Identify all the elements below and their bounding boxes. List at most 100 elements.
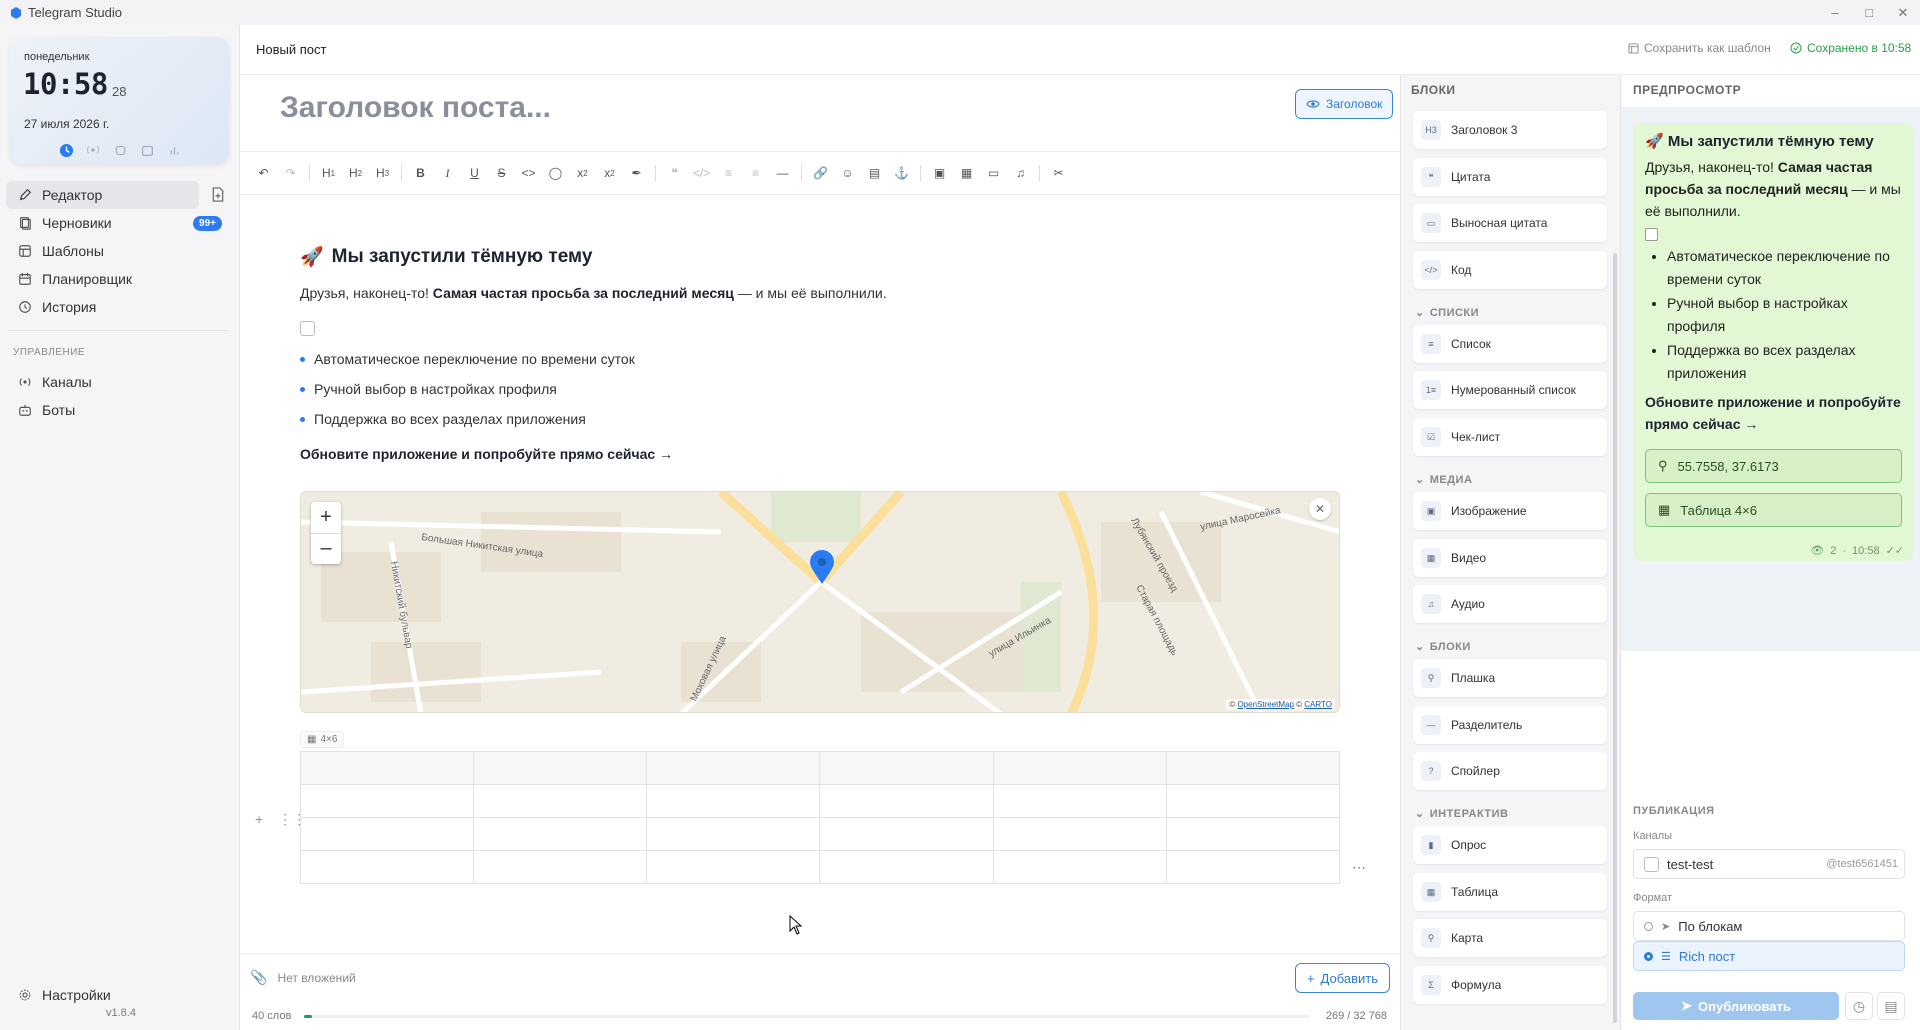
channel-option[interactable]: test-test @test6561451	[1633, 849, 1905, 879]
code-block-icon[interactable]: </>	[688, 159, 715, 187]
blockquote-icon[interactable]: ❝	[661, 159, 688, 187]
table-cell[interactable]	[299, 850, 475, 884]
block-map[interactable]: ⚲ Карта	[1413, 919, 1607, 957]
block-callout[interactable]: ⚲ Плашка	[1413, 659, 1607, 697]
table-cell[interactable]	[646, 850, 821, 884]
sidebar-item-drafts[interactable]: Черновики 99+	[6, 209, 222, 237]
group-interactive-toggle[interactable]: ⌄ ИНТЕРАКТИВ	[1415, 807, 1509, 821]
link-icon[interactable]: 🔗	[807, 159, 834, 187]
block-formula[interactable]: Σ Формула	[1413, 966, 1607, 1004]
spoiler-icon[interactable]: ◯	[542, 159, 569, 187]
horizontal-rule-icon[interactable]: —	[769, 159, 796, 187]
checklist-checkbox[interactable]	[300, 321, 315, 336]
block-quote[interactable]: ❝ Цитата	[1413, 158, 1607, 196]
world-clock-icon[interactable]	[85, 142, 101, 158]
table-cell[interactable]	[473, 817, 648, 851]
block-pullquote[interactable]: ▭ Выносная цитата	[1413, 204, 1607, 242]
clear-format-icon[interactable]: ✒	[623, 159, 650, 187]
stopwatch-icon[interactable]	[112, 142, 128, 158]
emoji-icon[interactable]: ☺	[834, 159, 861, 187]
numbered-list-icon[interactable]: ≡	[742, 159, 769, 187]
block-numbered-list[interactable]: 1≡ Нумерованный список	[1413, 371, 1607, 409]
table-cell[interactable]	[992, 784, 1167, 818]
group-lists-toggle[interactable]: ⌄ СПИСКИ	[1415, 306, 1479, 320]
table-cell[interactable]	[473, 850, 648, 884]
sidebar-item-channels[interactable]: Каналы	[6, 368, 199, 396]
block-table[interactable]: ▦ Таблица	[1413, 873, 1607, 911]
table-cell[interactable]	[819, 751, 994, 785]
table-cell[interactable]	[646, 817, 821, 851]
table-cell[interactable]	[1165, 751, 1341, 785]
table-cell[interactable]	[1165, 784, 1341, 818]
sidebar-item-scheduler[interactable]: Планировщик	[6, 265, 199, 293]
redo-icon[interactable]: ↷	[277, 159, 304, 187]
table-cell[interactable]	[992, 850, 1167, 884]
stats-icon[interactable]	[166, 142, 182, 158]
table-cell[interactable]	[299, 817, 475, 851]
channel-checkbox[interactable]	[1644, 856, 1659, 872]
map-tiles[interactable]: Большая Никитская улица Никитский бульва…	[301, 492, 1340, 713]
bold-icon[interactable]: B	[407, 159, 434, 187]
table-cell[interactable]	[473, 784, 648, 818]
header-toggle-button[interactable]: Заголовок	[1295, 89, 1394, 119]
inline-code-icon[interactable]: <>	[515, 159, 542, 187]
group-media-toggle[interactable]: ⌄ МЕДИА	[1415, 473, 1472, 487]
block-image[interactable]: ▣ Изображение	[1413, 492, 1607, 530]
drag-handle-icon[interactable]: ⋮⋮	[278, 811, 306, 828]
block-code[interactable]: </> Код	[1413, 251, 1607, 289]
image-icon[interactable]: ▣	[926, 159, 953, 187]
minimize-button[interactable]: –	[1818, 0, 1852, 25]
carto-link[interactable]: CARTO	[1304, 700, 1332, 709]
scissors-icon[interactable]: ✂	[1045, 159, 1072, 187]
format-option-rich[interactable]: ☰ Rich пост	[1633, 941, 1905, 971]
table-cell[interactable]	[992, 751, 1167, 785]
heading-2-icon[interactable]: H2	[342, 159, 369, 187]
video-icon[interactable]: ▦	[953, 159, 980, 187]
block-spoiler[interactable]: ? Спойлер	[1413, 752, 1607, 790]
table-cell[interactable]	[819, 850, 994, 884]
block-heading-3[interactable]: H3 Заголовок 3	[1413, 111, 1607, 149]
block-audio[interactable]: ♫ Аудио	[1413, 585, 1607, 623]
publish-button[interactable]: ➤ Опубликовать	[1633, 992, 1839, 1020]
table-cell[interactable]	[473, 751, 648, 785]
heading-3-icon[interactable]: H3	[369, 159, 396, 187]
bubble-table-button[interactable]: ▦ Таблица 4×6	[1645, 493, 1902, 527]
save-draft-button[interactable]: ▤	[1877, 992, 1905, 1020]
bubble-map-button[interactable]: ⚲ 55.7558, 37.6173	[1645, 449, 1902, 483]
music-icon[interactable]: ♫	[1007, 159, 1034, 187]
schedule-button[interactable]: ◷	[1845, 992, 1873, 1020]
table-cell[interactable]	[819, 817, 994, 851]
table-cell[interactable]	[1165, 817, 1341, 851]
sidebar-item-editor[interactable]: Редактор	[6, 181, 199, 209]
save-template-button[interactable]: Сохранить как шаблон	[1628, 41, 1771, 55]
table-cell[interactable]	[646, 784, 821, 818]
timer-icon[interactable]	[139, 142, 155, 158]
bullet-list-icon[interactable]: ≡	[715, 159, 742, 187]
maximize-button[interactable]: □	[1852, 0, 1886, 25]
group-blocks-toggle[interactable]: ⌄ БЛОКИ	[1415, 640, 1471, 654]
zoom-in-button[interactable]: +	[311, 502, 341, 534]
clock-mode-icon[interactable]	[58, 142, 74, 158]
add-attachment-button[interactable]: + Добавить	[1294, 963, 1390, 993]
map-pin-icon[interactable]	[810, 550, 834, 584]
table-cell[interactable]	[992, 817, 1167, 851]
sidebar-item-templates[interactable]: Шаблоны	[6, 237, 199, 265]
sidebar-item-bots[interactable]: Боты	[6, 396, 199, 424]
format-option-blocks[interactable]: ➤ По блокам	[1633, 911, 1905, 941]
superscript-icon[interactable]: x2	[596, 159, 623, 187]
editor-content[interactable]: 🚀 Мы запустили тёмную тему Друзья, након…	[300, 245, 1340, 462]
blocks-scrollbar[interactable]	[1613, 253, 1617, 1023]
new-post-icon[interactable]	[211, 187, 225, 202]
add-block-icon[interactable]: +	[255, 811, 263, 828]
italic-icon[interactable]: I	[434, 159, 461, 187]
file-icon[interactable]: ▭	[980, 159, 1007, 187]
table-cell[interactable]	[819, 784, 994, 818]
heading-1-icon[interactable]: H1	[315, 159, 342, 187]
table-cell[interactable]	[646, 751, 821, 785]
undo-icon[interactable]: ↶	[250, 159, 277, 187]
block-checklist[interactable]: ☑ Чек-лист	[1413, 418, 1607, 456]
block-list[interactable]: ≡ Список	[1413, 325, 1607, 363]
post-title-input[interactable]: Заголовок поста...	[280, 91, 551, 125]
block-divider[interactable]: — Разделитель	[1413, 706, 1607, 744]
underline-icon[interactable]: U	[461, 159, 488, 187]
